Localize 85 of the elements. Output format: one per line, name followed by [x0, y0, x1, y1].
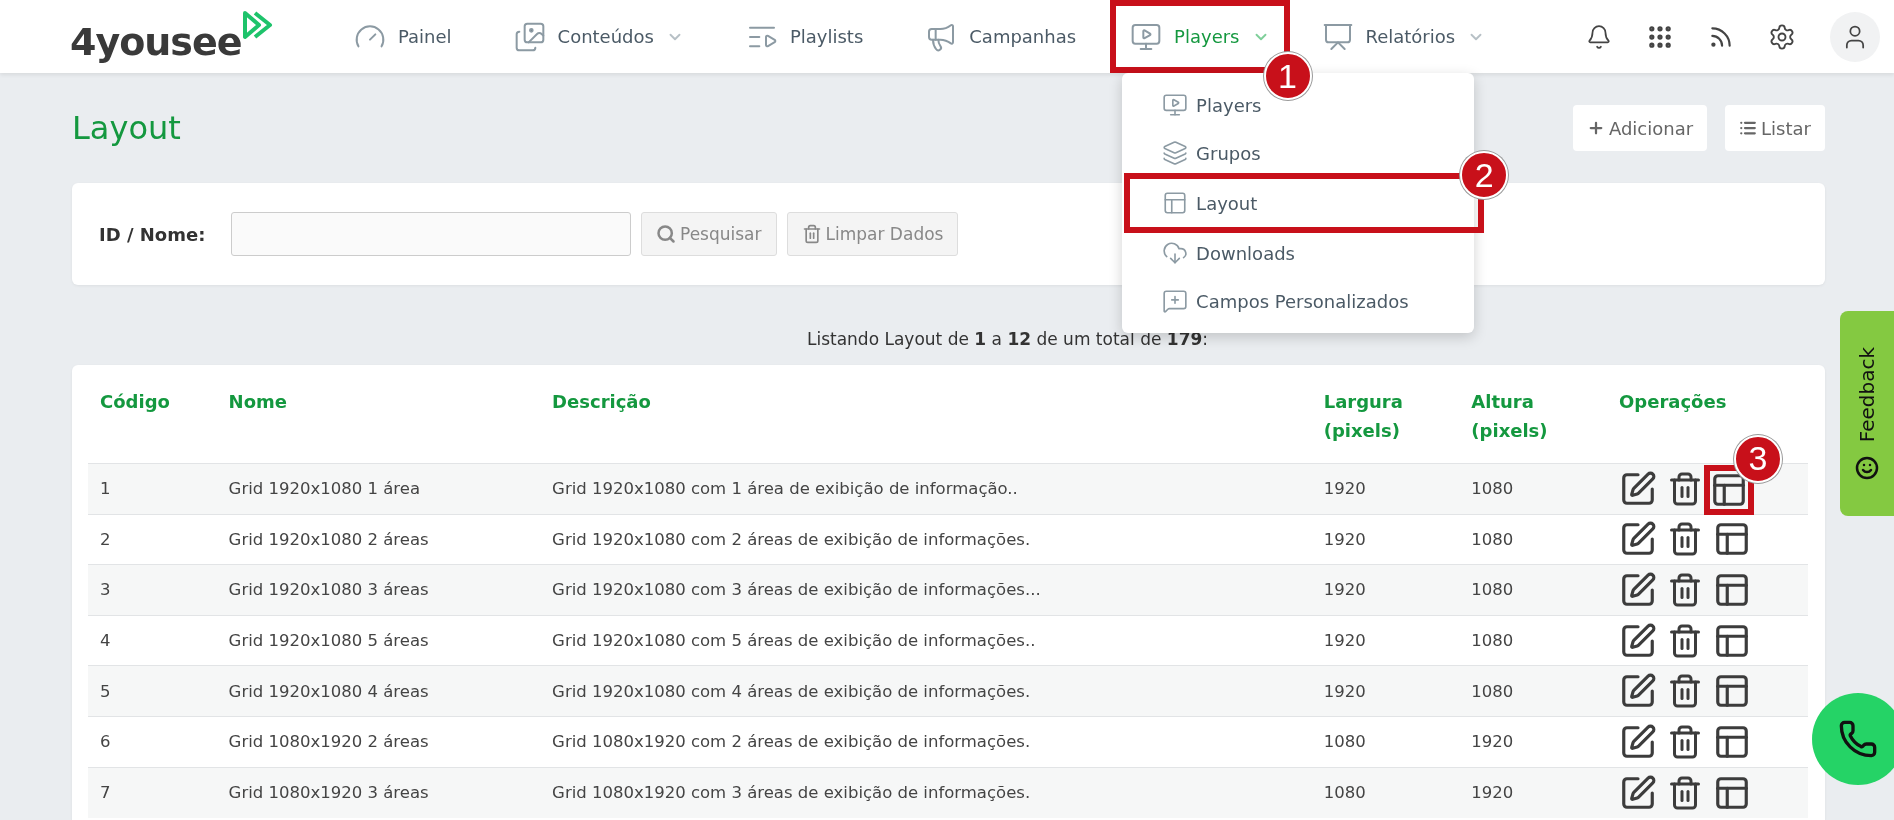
menu-item[interactable]: Campos Personalizados	[1122, 277, 1475, 325]
menu-icon	[1162, 240, 1189, 266]
table-cell: 1080	[1459, 564, 1607, 616]
user-avatar[interactable]	[1830, 11, 1880, 62]
table-cell: 1080	[1311, 716, 1460, 768]
column-header: Descrição	[552, 391, 651, 412]
trash-icon[interactable]	[1667, 774, 1703, 811]
table-cell: 1920	[1311, 514, 1460, 565]
table-cell: 1080	[1459, 463, 1607, 515]
table-cell: 4	[88, 615, 217, 666]
table-cell: Grid 1080x1920 3 áreas	[216, 767, 541, 818]
column-header: Altura (pixels)	[1471, 391, 1548, 441]
table-cell: 1920	[1311, 564, 1460, 616]
menu-icon	[1162, 288, 1189, 314]
table-cell: 2	[88, 514, 217, 565]
edit-icon[interactable]	[1619, 722, 1657, 761]
table-cell: Grid 1920x1080 com 5 áreas de exibição de informações..	[540, 615, 1312, 666]
id-name-input[interactable]	[231, 212, 631, 256]
menu-icon	[1162, 190, 1189, 216]
feedback-tab[interactable]: Feedback	[1840, 311, 1894, 516]
field-label: ID / Nome:	[99, 223, 207, 245]
nav-link[interactable]: Playlists	[731, 0, 878, 73]
table-cell: Grid 1080x1920 com 2 áreas de exibição de informações.	[540, 716, 1312, 768]
table-cell: 5	[88, 665, 217, 717]
edit-icon[interactable]	[1619, 469, 1657, 508]
list-icon	[1739, 119, 1758, 137]
trash-icon	[801, 224, 822, 244]
table-cell: 1920	[1311, 665, 1460, 717]
table-cell: 3	[88, 564, 217, 616]
table-cell: 1920	[1459, 767, 1607, 818]
table-cell: 1920	[1311, 463, 1460, 515]
table-cell: Grid 1920x1080 3 áreas	[216, 564, 541, 616]
column-header: Operações	[1619, 391, 1727, 412]
add-button[interactable]: Adicionar	[1572, 105, 1708, 151]
list-button[interactable]: Listar	[1725, 105, 1825, 151]
table-cell: 1080	[1459, 665, 1607, 717]
table-cell: 1	[88, 463, 217, 515]
table-cell: 6	[88, 716, 217, 768]
menu-icon	[1162, 140, 1189, 166]
table-cell: 1080	[1311, 767, 1460, 818]
search-icon	[656, 224, 676, 244]
table-cell: Grid 1920x1080 4 áreas	[216, 665, 541, 717]
page-title: Layout	[72, 109, 181, 147]
edit-icon[interactable]	[1619, 621, 1657, 660]
table-cell: Grid 1920x1080 com 3 áreas de exibição de informações...	[540, 564, 1312, 616]
trash-icon[interactable]	[1667, 521, 1703, 558]
trash-icon[interactable]	[1667, 673, 1703, 710]
nav-link[interactable]: Painel	[340, 0, 466, 73]
play-logo-icon	[241, 9, 274, 40]
step-badge: 1	[1263, 52, 1312, 100]
trash-icon[interactable]	[1667, 572, 1703, 608]
trash-icon[interactable]	[1667, 723, 1703, 760]
nav-link[interactable]: Campanhas	[911, 0, 1091, 73]
step-badge: 2	[1460, 151, 1509, 199]
trash-icon[interactable]	[1667, 470, 1703, 507]
table-cell: Grid 1920x1080 5 áreas	[216, 615, 541, 666]
menu-icon	[1162, 92, 1189, 118]
table-cell: Grid 1920x1080 2 áreas	[216, 514, 541, 565]
table-cell: Grid 1920x1080 com 1 área de exibição de informação..	[540, 463, 1312, 515]
table-cell: 7	[88, 767, 217, 818]
table-cell: Grid 1920x1080 com 4 áreas de exibição de informações.	[540, 665, 1312, 717]
step-badge: 3	[1734, 434, 1782, 483]
table-cell: Grid 1080x1920 com 3 áreas de exibição de informações.	[540, 767, 1312, 818]
table-cell: 1080	[1459, 514, 1607, 565]
layout-icon[interactable]	[1713, 571, 1751, 609]
logo-text: 4yousee	[70, 19, 242, 64]
nav-link[interactable]: Conteúdos	[499, 0, 698, 73]
trash-icon[interactable]	[1667, 622, 1703, 659]
notification-icon[interactable]	[1586, 23, 1612, 50]
phone-icon	[1838, 719, 1878, 759]
column-header: Largura (pixels)	[1323, 391, 1403, 441]
settings-icon[interactable]	[1768, 22, 1796, 51]
menu-item[interactable]: Downloads	[1122, 229, 1475, 277]
edit-icon[interactable]	[1619, 773, 1657, 812]
table-cell: 1920	[1459, 716, 1607, 768]
table-cell: 1920	[1311, 615, 1460, 666]
table-cell: 1080	[1459, 615, 1607, 666]
table-cell: Grid 1920x1080 com 2 áreas de exibição de informações.	[540, 514, 1312, 565]
table-cell: Grid 1080x1920 2 áreas	[216, 716, 541, 768]
column-header: Nome	[228, 391, 287, 412]
column-header: Código	[100, 391, 170, 412]
nav-icon	[513, 20, 546, 53]
smile-icon	[1855, 456, 1879, 481]
table-cell: Grid 1920x1080 1 área	[216, 463, 541, 515]
edit-icon[interactable]	[1619, 571, 1657, 609]
